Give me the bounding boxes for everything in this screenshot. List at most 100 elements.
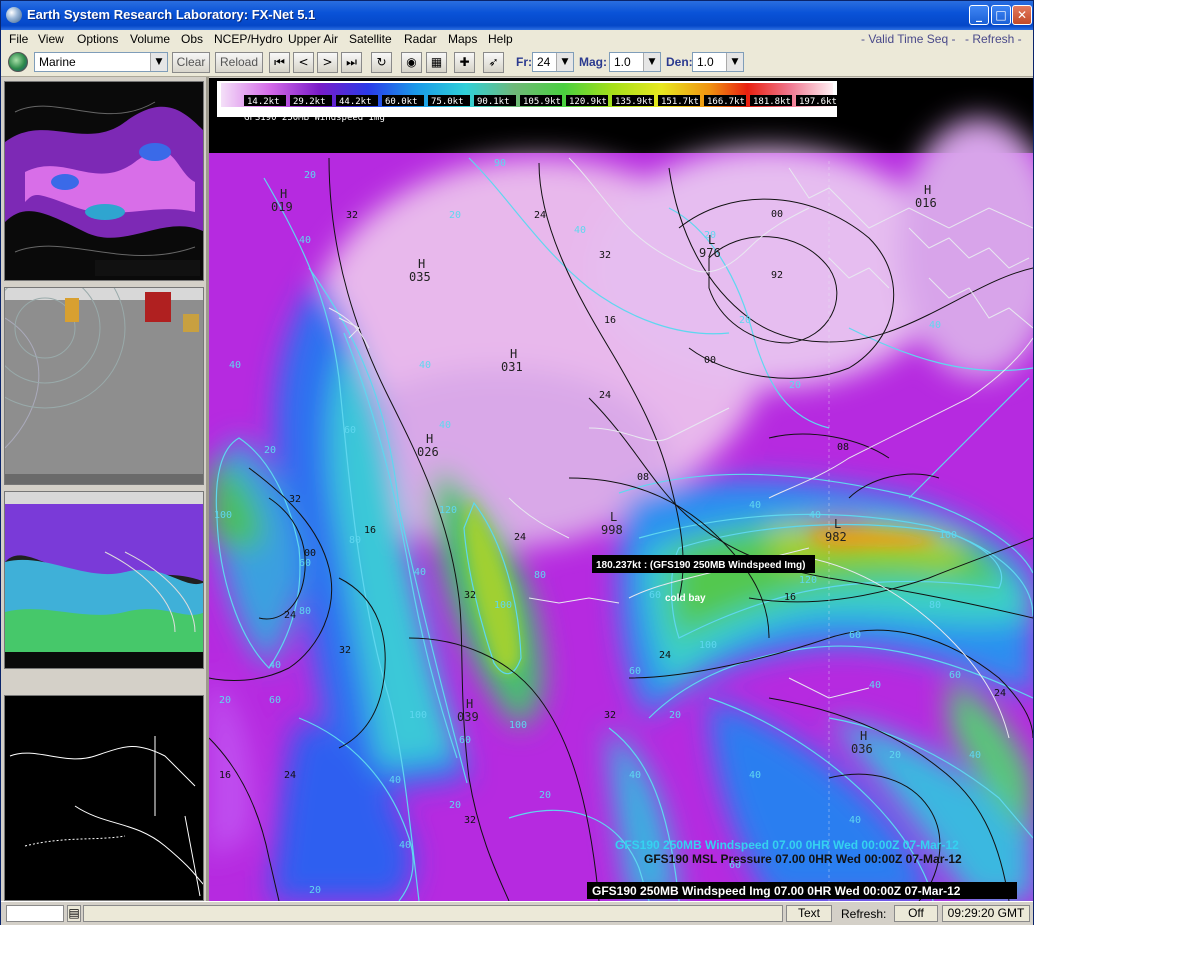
svg-text:60: 60 <box>299 558 311 569</box>
refresh-link[interactable]: - Refresh - <box>965 32 1022 46</box>
status-input[interactable] <box>6 905 64 922</box>
svg-text:80: 80 <box>299 606 311 617</box>
chevron-down-icon[interactable]: ▼ <box>643 53 660 71</box>
svg-text:40: 40 <box>419 360 431 371</box>
minimize-button[interactable]: _ <box>969 5 989 25</box>
svg-text:32: 32 <box>289 494 301 505</box>
menu-ncep-hydro[interactable]: NCEP/Hydro <box>214 32 283 46</box>
frame-select[interactable]: 24 ▼ <box>532 52 574 72</box>
svg-text:20: 20 <box>539 790 551 801</box>
svg-text:16: 16 <box>604 315 616 326</box>
thumbnail-basemap-image <box>5 696 203 900</box>
clear-button[interactable]: Clear <box>172 52 210 73</box>
probe-cursor-icon[interactable]: ➶ <box>483 52 504 73</box>
status-scroll-icon[interactable]: ▤ <box>67 905 81 922</box>
mag-select[interactable]: 1.0 ▼ <box>609 52 661 72</box>
svg-text:20: 20 <box>264 445 276 456</box>
colorbar-product-label: GFS190 250MB Windspeed Img <box>244 113 385 123</box>
colorbar-label: 197.6kt <box>799 97 837 107</box>
station-label: cold bay <box>665 593 706 604</box>
region-select[interactable]: Marine ▼ <box>34 52 168 72</box>
colorbar-label: 135.9kt <box>615 97 653 107</box>
pressure-center-kind: L <box>610 510 617 524</box>
pressure-center-kind: H <box>466 697 473 711</box>
thumbnail-wind-barbs[interactable] <box>4 491 204 669</box>
pressure-center-value: 026 <box>417 445 439 459</box>
svg-text:24: 24 <box>534 210 546 221</box>
svg-text:60: 60 <box>649 590 661 601</box>
chevron-down-icon[interactable]: ▼ <box>150 53 167 71</box>
windspeed-field <box>209 118 1033 901</box>
svg-text:32: 32 <box>599 250 611 261</box>
svg-text:32: 32 <box>339 645 351 656</box>
colorbar-label: 14.2kt <box>247 97 280 107</box>
menu-upper-air[interactable]: Upper Air <box>288 32 338 46</box>
clock-display: 09:29:20 GMT <box>942 905 1030 922</box>
svg-text:40: 40 <box>299 235 311 246</box>
maximize-button[interactable]: □ <box>991 5 1011 25</box>
menu-obs[interactable]: Obs <box>181 32 203 46</box>
svg-text:16: 16 <box>784 592 796 603</box>
valid-time-seq-link[interactable]: - Valid Time Seq - <box>861 32 955 46</box>
menu-radar[interactable]: Radar <box>404 32 437 46</box>
globe-icon[interactable] <box>8 52 28 72</box>
toolbar: Marine ▼ Clear Reload ⏮ < > ⏭ ↻ ◉ ▦ ✚ ➶ … <box>1 49 1033 77</box>
last-frame-icon[interactable]: ⏭ <box>341 52 362 73</box>
chevron-down-icon[interactable]: ▼ <box>556 53 573 71</box>
thumbnail-satellite[interactable] <box>4 287 204 485</box>
first-frame-icon[interactable]: ⏮ <box>269 52 290 73</box>
menu-view[interactable]: View <box>38 32 64 46</box>
menu-file[interactable]: File <box>9 32 28 46</box>
svg-text:90: 90 <box>494 158 506 169</box>
svg-text:40: 40 <box>929 320 941 331</box>
thumbnail-basemap[interactable] <box>4 695 204 901</box>
svg-text:16: 16 <box>219 770 231 781</box>
probe-tooltip-text: 180.237kt : (GFS190 250MB Windspeed Img) <box>596 560 805 571</box>
image-toggle-icon[interactable]: ▦ <box>426 52 447 73</box>
prev-frame-icon[interactable]: < <box>293 52 314 73</box>
menu-satellite[interactable]: Satellite <box>349 32 392 46</box>
loop-icon[interactable]: ↻ <box>371 52 392 73</box>
thumbnail-satellite-image <box>5 288 203 484</box>
thumbnail-windspeed[interactable] <box>4 81 204 281</box>
menu-maps[interactable]: Maps <box>448 32 477 46</box>
menu-help[interactable]: Help <box>488 32 513 46</box>
next-frame-icon[interactable]: > <box>317 52 338 73</box>
colorbar-label: 75.0kt <box>431 97 464 107</box>
svg-text:08: 08 <box>837 442 849 453</box>
svg-text:32: 32 <box>346 210 358 221</box>
pressure-center-kind: H <box>426 432 433 446</box>
thumbnail-panel <box>1 77 208 901</box>
svg-text:100: 100 <box>214 510 232 521</box>
svg-text:92: 92 <box>771 270 783 281</box>
den-select[interactable]: 1.0 ▼ <box>692 52 744 72</box>
svg-text:40: 40 <box>389 775 401 786</box>
title-bar[interactable]: Earth System Research Laboratory: FX-Net… <box>1 1 1033 30</box>
svg-text:40: 40 <box>749 500 761 511</box>
menu-volume[interactable]: Volume <box>130 32 170 46</box>
pressure-center-value: 976 <box>699 246 721 260</box>
svg-text:00: 00 <box>704 355 716 366</box>
region-value: Marine <box>39 55 76 69</box>
svg-text:40: 40 <box>629 770 641 781</box>
menu-options[interactable]: Options <box>77 32 118 46</box>
chevron-down-icon[interactable]: ▼ <box>726 53 743 71</box>
pressure-center-kind: L <box>834 517 841 531</box>
svg-text:20: 20 <box>739 315 751 326</box>
color-table-icon[interactable]: ✚ <box>454 52 475 73</box>
svg-text:24: 24 <box>659 650 671 661</box>
reload-button[interactable]: Reload <box>215 52 263 73</box>
thumbnail-windspeed-image <box>5 82 203 280</box>
close-button[interactable]: ✕ <box>1012 5 1032 25</box>
refresh-status-value[interactable]: Off <box>894 905 938 922</box>
colorbar-label: 90.1kt <box>477 97 510 107</box>
svg-text:40: 40 <box>869 680 881 691</box>
map-view[interactable]: 14.2kt 29.2kt 44.2kt 60.0kt 75.0kt 90.1kt 105.… <box>209 78 1033 901</box>
svg-text:40: 40 <box>439 420 451 431</box>
svg-text:20: 20 <box>449 800 461 811</box>
svg-text:00: 00 <box>304 548 316 559</box>
svg-text:80: 80 <box>349 535 361 546</box>
map-canvas[interactable]: 14.2kt 29.2kt 44.2kt 60.0kt 75.0kt 90.1kt 105.… <box>209 78 1033 901</box>
text-button[interactable]: Text <box>786 905 832 922</box>
animate-icon[interactable]: ◉ <box>401 52 422 73</box>
